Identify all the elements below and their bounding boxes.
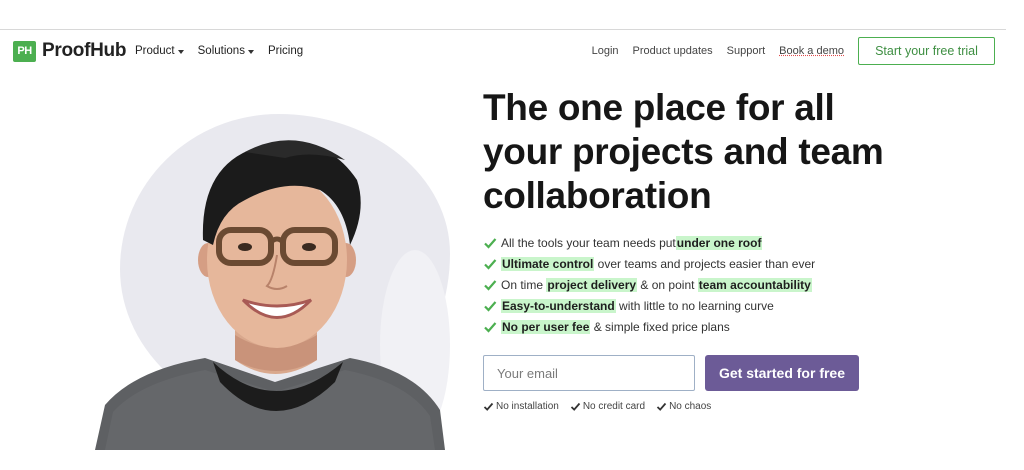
assurance-text: No chaos <box>669 401 712 412</box>
email-input[interactable] <box>483 355 695 391</box>
feature-highlight: Ultimate control <box>501 257 595 272</box>
check-icon <box>484 280 497 291</box>
chevron-down-icon <box>177 49 184 54</box>
nav-product-label: Product <box>135 45 175 57</box>
top-divider <box>0 29 1006 30</box>
nav-pricing[interactable]: Pricing <box>268 45 303 57</box>
secondary-nav: Login Product updates Support Book a dem… <box>592 45 844 57</box>
feature-item: Ultimate control over teams and projects… <box>483 254 815 275</box>
feature-highlight: team accountability <box>697 277 812 292</box>
feature-text: over teams and projects easier than ever <box>594 257 816 272</box>
nav-product-updates[interactable]: Product updates <box>633 45 713 57</box>
start-free-trial-button[interactable]: Start your free trial <box>858 37 995 65</box>
feature-text: & simple fixed price plans <box>590 319 730 334</box>
logo-mark-icon: PH <box>13 40 36 62</box>
assurance-item: No chaos <box>656 401 711 412</box>
feature-item: All the tools your team needs put under … <box>483 233 815 254</box>
feature-text: with little to no learning curve <box>615 298 774 313</box>
nav-book-demo[interactable]: Book a demo <box>779 45 844 57</box>
feature-highlight: No per user fee <box>501 319 591 334</box>
check-icon <box>484 301 497 312</box>
assurance-item: No installation <box>483 401 559 412</box>
check-icon <box>570 402 580 411</box>
nav-product[interactable]: Product <box>135 45 184 57</box>
assurance-text: No credit card <box>582 401 646 412</box>
feature-highlight: under one roof <box>675 236 763 251</box>
check-icon <box>484 238 497 249</box>
check-icon <box>656 402 667 411</box>
get-started-button[interactable]: Get started for free <box>705 355 859 391</box>
feature-highlight: Easy-to-understand <box>501 298 616 313</box>
primary-nav: Product Solutions Pricing <box>135 45 303 57</box>
nav-pricing-label: Pricing <box>267 45 304 57</box>
feature-item: Easy-to-understand with little to no lea… <box>483 295 815 316</box>
feature-item: No per user fee & simple fixed price pla… <box>483 316 815 337</box>
chevron-down-icon <box>247 49 254 54</box>
feature-text: On time <box>501 277 547 292</box>
feature-text: All the tools your team needs put <box>501 236 676 251</box>
brand-name: ProofHub <box>42 40 127 61</box>
nav-support[interactable]: Support <box>727 45 766 57</box>
check-icon <box>484 321 497 333</box>
signup-assurances: No installation No credit card No chaos <box>483 401 711 412</box>
nav-solutions[interactable]: Solutions <box>198 45 254 57</box>
hero-headline: The one place for all your projects and … <box>483 87 884 216</box>
brand-logo[interactable]: PH ProofHub <box>13 40 126 62</box>
assurance-text: No installation <box>496 401 559 412</box>
assurance-item: No credit card <box>570 401 645 412</box>
check-icon <box>483 402 494 411</box>
check-icon <box>484 259 497 270</box>
feature-item: On time project delivery & on point team… <box>483 275 815 296</box>
nav-login[interactable]: Login <box>592 45 619 57</box>
feature-text: & on point <box>637 277 698 292</box>
feature-list: All the tools your team needs put under … <box>483 233 815 337</box>
nav-solutions-label: Solutions <box>197 45 245 57</box>
feature-highlight: project delivery <box>546 277 638 292</box>
hero-person-illustration <box>95 140 445 450</box>
